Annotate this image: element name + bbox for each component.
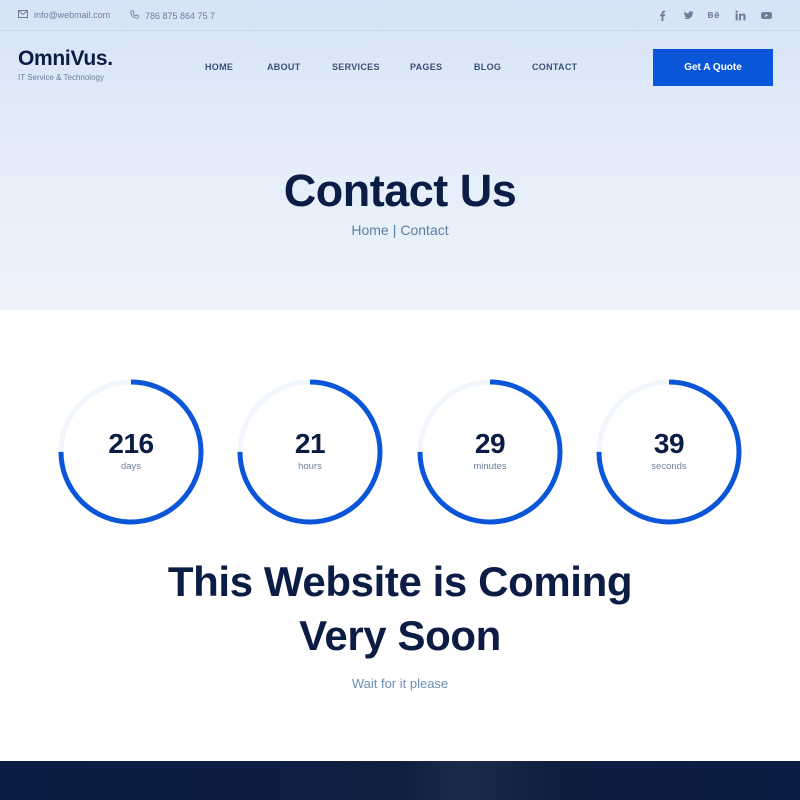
nav-item-home[interactable]: HOME: [205, 62, 233, 72]
coming-soon-line-2: Very Soon: [299, 612, 501, 659]
phone-contact[interactable]: 786 875 864 75 7: [130, 10, 215, 21]
breadcrumb: Home | Contact: [0, 222, 800, 238]
minutes-label: minutes: [473, 461, 507, 472]
nav-item-pages[interactable]: PAGES: [410, 62, 442, 72]
phone-icon: [130, 10, 139, 21]
days-label: days: [120, 461, 142, 472]
coming-soon-heading: This Website is Coming Very Soon: [0, 555, 800, 663]
days-value: 216: [108, 428, 154, 459]
coming-soon-subtitle: Wait for it please: [351, 676, 449, 691]
phone-text: 786 875 864 75 7: [145, 10, 216, 21]
behance-icon[interactable]: [708, 9, 720, 21]
countdown-seconds: 39 seconds: [595, 378, 743, 526]
youtube-icon[interactable]: [760, 9, 772, 21]
hours-label: hours: [298, 461, 322, 472]
minutes-value: 29: [474, 428, 506, 459]
email-contact[interactable]: info@webmail.com: [18, 10, 110, 20]
linkedin-icon[interactable]: [734, 9, 746, 21]
seconds-label: seconds: [651, 461, 687, 472]
nav-item-about[interactable]: ABOUT: [267, 62, 301, 72]
facebook-icon[interactable]: [656, 9, 668, 21]
mail-icon: [18, 10, 28, 20]
twitter-icon[interactable]: [682, 9, 694, 21]
brand-tagline: IT Service & Technology: [18, 73, 104, 82]
nav-item-contact[interactable]: CONTACT: [532, 62, 577, 72]
breadcrumb-separator: |: [392, 222, 397, 238]
nav-item-blog[interactable]: BLOG: [474, 62, 501, 72]
social-links: [656, 9, 772, 21]
coming-soon-line-1: This Website is Coming: [167, 558, 633, 605]
breadcrumb-home-link[interactable]: Home: [351, 222, 388, 238]
page-title: Contact Us: [283, 165, 517, 216]
countdown-hours: 21 hours: [236, 378, 384, 526]
top-bar: info@webmail.com 786 875 864 75 7: [0, 0, 800, 31]
countdown-minutes: 29 minutes: [416, 378, 564, 526]
seconds-value: 39: [653, 428, 685, 459]
email-text: info@webmail.com: [34, 10, 111, 20]
footer-banner-image: [0, 761, 800, 800]
hours-value: 21: [294, 428, 326, 459]
get-quote-button[interactable]: Get A Quote: [653, 49, 773, 86]
nav-item-services[interactable]: SERVICES: [332, 62, 380, 72]
countdown-days: 216 days: [57, 378, 205, 526]
breadcrumb-current: Contact: [400, 222, 449, 238]
hero-section: info@webmail.com 786 875 864 75 7 OmniVu…: [0, 0, 800, 310]
